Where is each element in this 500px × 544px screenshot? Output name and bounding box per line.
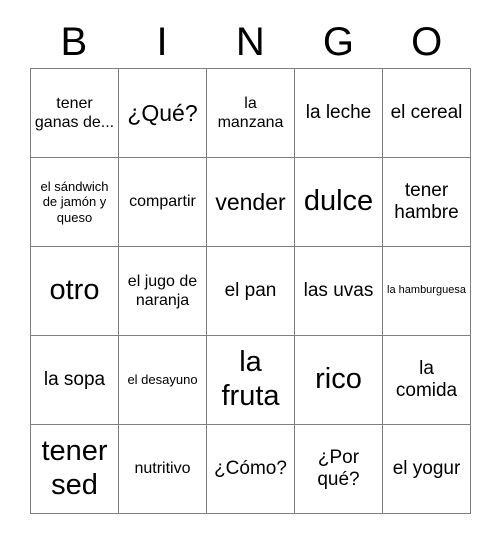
bingo-header-row: B I N G O bbox=[30, 16, 471, 68]
header-letter-i: I bbox=[156, 20, 169, 64]
bingo-cell[interactable]: tener hambre bbox=[383, 158, 471, 247]
header-letter-n: N bbox=[235, 20, 266, 64]
bingo-cell-label: el cereal bbox=[390, 101, 463, 123]
bingo-cell-label: la hamburguesa bbox=[387, 284, 466, 297]
bingo-cell-label: la comida bbox=[395, 357, 458, 401]
bingo-cell[interactable]: la manzana bbox=[207, 69, 295, 158]
bingo-cell-label: la manzana bbox=[217, 94, 284, 131]
bingo-cell-label: ¿Por qué? bbox=[317, 446, 360, 490]
bingo-cell[interactable]: la sopa bbox=[31, 336, 119, 425]
bingo-cell[interactable]: ¿Cómo? bbox=[207, 425, 295, 514]
bingo-cell-label: el desayuno bbox=[127, 372, 198, 388]
bingo-cell-label: otro bbox=[49, 274, 100, 307]
bingo-cell[interactable]: el pan bbox=[207, 247, 295, 336]
bingo-card: B I N G O tener ganas de... ¿Qué? la manza… bbox=[0, 0, 500, 544]
bingo-cell[interactable]: dulce bbox=[295, 158, 383, 247]
bingo-cell[interactable]: la leche bbox=[295, 69, 383, 158]
bingo-cell[interactable]: tener ganas de... bbox=[31, 69, 119, 158]
bingo-cell[interactable]: el yogur bbox=[383, 425, 471, 514]
bingo-cell-label: rico bbox=[315, 363, 362, 396]
header-letter-o: O bbox=[411, 20, 443, 64]
bingo-cell-label: dulce bbox=[303, 185, 374, 218]
bingo-cell[interactable]: rico bbox=[295, 336, 383, 425]
bingo-grid: tener ganas de... ¿Qué? la manzana la leche… bbox=[30, 68, 471, 514]
bingo-cell-label: compartir bbox=[129, 193, 196, 211]
bingo-cell-label: tener ganas de... bbox=[34, 94, 115, 131]
header-letter-g: G bbox=[322, 20, 355, 64]
bingo-cell[interactable]: compartir bbox=[119, 158, 207, 247]
bingo-cell-label: el sándwich de jamón y queso bbox=[40, 178, 109, 225]
bingo-cell-label: la sopa bbox=[43, 368, 106, 390]
bingo-cell[interactable]: ¿Qué? bbox=[119, 69, 207, 158]
bingo-cell-label: la leche bbox=[305, 101, 372, 123]
bingo-cell[interactable]: las uvas bbox=[295, 247, 383, 336]
bingo-cell-label: nutritivo bbox=[134, 460, 191, 478]
bingo-cell[interactable]: nutritivo bbox=[119, 425, 207, 514]
bingo-cell-label: vender bbox=[215, 188, 286, 215]
bingo-cell[interactable]: tener sed bbox=[31, 425, 119, 514]
bingo-cell-label: ¿Qué? bbox=[127, 99, 198, 126]
bingo-cell[interactable]: la hamburguesa bbox=[383, 247, 471, 336]
bingo-cell-label: el pan bbox=[224, 279, 277, 301]
bingo-cell[interactable]: la fruta bbox=[207, 336, 295, 425]
bingo-cell-label: ¿Cómo? bbox=[214, 457, 287, 479]
bingo-cell-label: las uvas bbox=[303, 279, 374, 301]
bingo-cell-label: tener sed bbox=[41, 435, 108, 501]
bingo-cell[interactable]: vender bbox=[207, 158, 295, 247]
bingo-cell-label: la fruta bbox=[221, 346, 280, 412]
bingo-cell-label: el yogur bbox=[392, 457, 461, 479]
bingo-cell[interactable]: otro bbox=[31, 247, 119, 336]
bingo-cell[interactable]: ¿Por qué? bbox=[295, 425, 383, 514]
bingo-cell[interactable]: el jugo de naranja bbox=[119, 247, 207, 336]
bingo-cell[interactable]: el sándwich de jamón y queso bbox=[31, 158, 119, 247]
header-letter-b: B bbox=[60, 20, 88, 64]
bingo-cell[interactable]: el desayuno bbox=[119, 336, 207, 425]
bingo-cell[interactable]: la comida bbox=[383, 336, 471, 425]
bingo-cell-label: tener hambre bbox=[394, 179, 459, 223]
bingo-cell-label: el jugo de naranja bbox=[127, 272, 198, 309]
bingo-cell[interactable]: el cereal bbox=[383, 69, 471, 158]
